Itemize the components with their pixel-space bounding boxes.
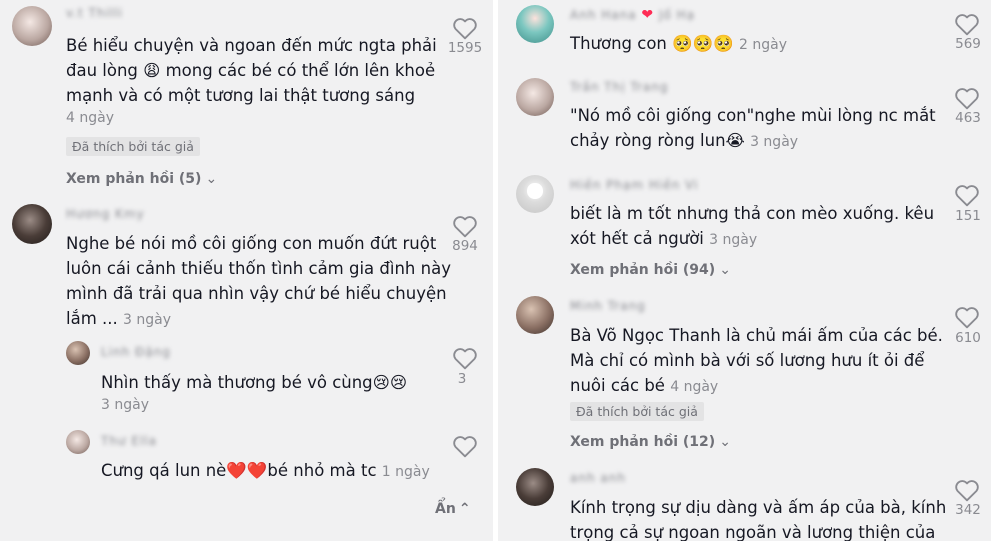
heart-outline-icon[interactable] bbox=[452, 434, 478, 458]
comment-username[interactable]: Minh Trang bbox=[570, 299, 646, 313]
comment-text-line: nuôi các bé 4 ngày bbox=[570, 373, 718, 400]
reply-text: Cưng qá lun nè❤️❤️bé nhỏ mà tc bbox=[101, 461, 377, 480]
comment-text-line: Bé hiểu chuyện và ngoan đến mức ngta phả… bbox=[66, 36, 437, 55]
comment-text-line: chảy ròng ròng lun😭 3 ngày bbox=[570, 128, 798, 155]
comment-text-line: Mà chỉ có mình bà với số lương hưu ít ỏi… bbox=[570, 351, 925, 370]
reply-text-line: Cưng qá lun nè❤️❤️bé nhỏ mà tc 1 ngày bbox=[101, 458, 430, 485]
view-replies-label: Xem phản hồi (94) bbox=[570, 262, 716, 278]
heart-outline-icon[interactable] bbox=[954, 305, 980, 329]
like-count: 610 bbox=[955, 330, 981, 346]
comment-text-line: đau lòng 😩 mong các bé có thể lớn lên kh… bbox=[66, 61, 436, 80]
comments-panel-right: Anh Hana ❤ Jố Hạ Thương con 🥺🥺🥺 2 ngày 5… bbox=[498, 0, 991, 541]
comment-username[interactable]: anh anh bbox=[570, 471, 626, 485]
like-count: 463 bbox=[955, 110, 981, 126]
heart-outline-icon[interactable] bbox=[452, 346, 478, 370]
heart-outline-icon[interactable] bbox=[452, 214, 478, 238]
comment-text-tail: lắm ... bbox=[66, 309, 118, 328]
view-replies-label: Xem phản hồi (5) bbox=[66, 171, 202, 187]
collapse-replies-link[interactable]: Ẩn ⌃ bbox=[435, 501, 471, 517]
comment-username[interactable]: v.t Thilli bbox=[66, 6, 123, 20]
comment-username-main: Anh Hana bbox=[570, 8, 637, 22]
comment-text-line: Nghe bé nói mồ côi giống con muốn đứt ru… bbox=[66, 234, 437, 253]
view-replies-link[interactable]: Xem phản hồi (12) ⌄ bbox=[570, 434, 731, 450]
comment-date: 2 ngày bbox=[739, 37, 788, 53]
comment-text-line: trọng cả sự ngoan ngoãn và lương thiện c… bbox=[570, 523, 936, 541]
liked-by-author-badge: Đã thích bởi tác giả bbox=[66, 137, 200, 156]
like-count: 3 bbox=[457, 371, 467, 387]
reply-username[interactable]: Thư Ella bbox=[101, 434, 157, 448]
comment-username-suffix: Jố Hạ bbox=[658, 8, 696, 22]
comment-text-line: mạnh và có một tương lai thật tương sáng bbox=[66, 86, 416, 105]
comment-text-line: Bà Võ Ngọc Thanh là chủ mái ấm của các b… bbox=[570, 326, 943, 345]
reply-username[interactable]: Linh Đặng bbox=[101, 345, 171, 359]
liked-by-author-badge: Đã thích bởi tác giả bbox=[570, 402, 704, 421]
comment-text-line: lắm ... 3 ngày bbox=[66, 306, 171, 333]
avatar[interactable] bbox=[516, 5, 554, 43]
comment-username[interactable]: Anh Hana ❤ Jố Hạ bbox=[570, 7, 696, 23]
comment-username[interactable]: Hương Kmy bbox=[66, 207, 145, 221]
avatar[interactable] bbox=[516, 296, 554, 334]
comment-text-line: mình đã trải qua nhìn vậy chứ bé hiểu ch… bbox=[66, 284, 447, 303]
like-count: 1595 bbox=[447, 40, 483, 56]
heart-outline-icon[interactable] bbox=[954, 12, 980, 36]
reply-date: 3 ngày bbox=[101, 397, 149, 413]
heart-outline-icon[interactable] bbox=[954, 478, 980, 502]
like-count: 342 bbox=[955, 502, 981, 518]
reply-date: 1 ngày bbox=[381, 464, 430, 480]
avatar[interactable] bbox=[516, 175, 554, 213]
comment-date: 4 ngày bbox=[66, 110, 114, 126]
comment-date: 4 ngày bbox=[670, 379, 719, 395]
collapse-label: Ẩn bbox=[435, 501, 456, 517]
avatar[interactable] bbox=[66, 430, 90, 454]
heart-outline-icon[interactable] bbox=[954, 86, 980, 110]
comment-text-line: Kính trọng sự dịu dàng và ấm áp của bà, … bbox=[570, 498, 947, 517]
comment-date: 3 ngày bbox=[709, 232, 758, 248]
view-replies-label: Xem phản hồi (12) bbox=[570, 434, 716, 450]
avatar[interactable] bbox=[516, 468, 554, 506]
heart-outline-icon[interactable] bbox=[452, 16, 478, 40]
chevron-down-icon: ⌄ bbox=[719, 434, 731, 450]
comment-text: Thương con 🥺🥺🥺 bbox=[570, 34, 734, 53]
chevron-up-icon: ⌃ bbox=[458, 501, 471, 517]
comment-username[interactable]: Hiền Phạm Hiền Vi bbox=[570, 178, 698, 192]
comment-text-tail: nuôi các bé bbox=[570, 376, 665, 395]
comment-text-line: biết là m tốt nhưng thả con mèo xuống. k… bbox=[570, 204, 935, 223]
comment-text-tail: chảy ròng ròng lun😭 bbox=[570, 131, 745, 150]
comment-text-line: "Nó mồ côi giống con"nghe mùi lòng nc mắ… bbox=[570, 106, 936, 125]
comment-text-line: Thương con 🥺🥺🥺 2 ngày bbox=[570, 31, 787, 58]
red-heart-icon: ❤ bbox=[641, 7, 655, 23]
comment-date: 3 ngày bbox=[123, 312, 171, 328]
like-count: 894 bbox=[452, 238, 478, 254]
reply-text: Nhìn thấy mà thương bé vô cùng😢😢 bbox=[101, 373, 408, 392]
like-count: 151 bbox=[955, 208, 981, 224]
comment-text-line: luôn cái cảnh thiếu thốn tình cảm gia đì… bbox=[66, 259, 451, 278]
comment-text-tail: xót hết cả người bbox=[570, 229, 704, 248]
like-count: 569 bbox=[955, 36, 981, 52]
heart-outline-icon[interactable] bbox=[954, 183, 980, 207]
chevron-down-icon: ⌄ bbox=[205, 171, 218, 187]
view-replies-link[interactable]: Xem phản hồi (94) ⌄ bbox=[570, 262, 731, 278]
chevron-down-icon: ⌄ bbox=[719, 262, 731, 278]
view-replies-link[interactable]: Xem phản hồi (5) ⌄ bbox=[66, 171, 217, 187]
avatar[interactable] bbox=[12, 204, 52, 244]
comment-username[interactable]: Trần Thị Trang bbox=[570, 80, 668, 94]
comments-panel-left: v.t Thilli Bé hiểu chuyện và ngoan đến m… bbox=[0, 0, 493, 541]
avatar[interactable] bbox=[516, 78, 554, 116]
comment-date: 3 ngày bbox=[750, 134, 799, 150]
comment-text-line: xót hết cả người 3 ngày bbox=[570, 226, 757, 253]
avatar[interactable] bbox=[12, 6, 52, 46]
avatar[interactable] bbox=[66, 341, 90, 365]
